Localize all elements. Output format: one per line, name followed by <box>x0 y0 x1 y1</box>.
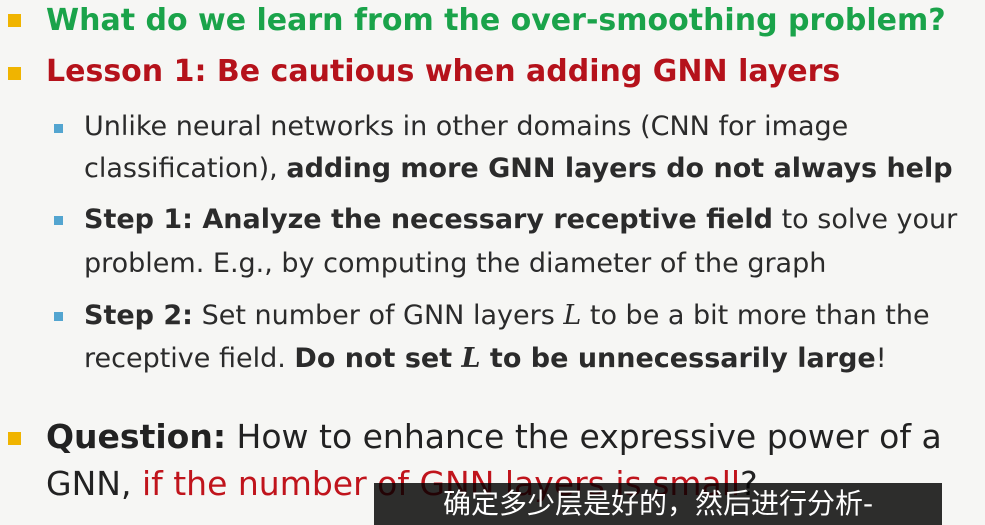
bullet-square-icon <box>8 67 21 80</box>
question-line1: Question: How to enhance the expressive … <box>46 420 942 453</box>
heading-over-smoothing: What do we learn from the over-smoothing… <box>46 3 946 38</box>
sub2-line1: Step 1: Analyze the necessary receptive … <box>84 206 957 233</box>
sub2-bold-text: Step 1: Analyze the necessary receptive … <box>84 204 774 235</box>
sub1-text-2: classification), <box>84 153 287 184</box>
sub-bullet-square-icon <box>54 312 63 321</box>
sub3-text-3: receptive field. <box>84 343 295 374</box>
sub3-bold-a: Do not set <box>294 343 462 374</box>
question-text-1: How to enhance the expressive power of a <box>226 417 942 456</box>
sub1-text-1: Unlike neural networks in other domains … <box>84 111 849 142</box>
sub3-line1: Step 2: Set number of GNN layers L to be… <box>84 302 930 329</box>
sub3-bold-text: Step 2: <box>84 300 193 331</box>
bullet-square-icon <box>8 14 21 27</box>
sub2-text-1: to solve your <box>773 204 958 235</box>
sub2-line2: problem. E.g., by computing the diameter… <box>84 250 826 277</box>
sub1-line1: Unlike neural networks in other domains … <box>84 113 848 140</box>
sub-bullet-square-icon <box>54 216 63 225</box>
question-text-2: GNN, <box>46 464 142 503</box>
sub-bullet-square-icon <box>54 124 63 133</box>
bullet-square-icon <box>8 432 21 445</box>
sub3-line2: receptive field. Do not set L to be unne… <box>84 345 887 372</box>
sub3-text-end: ! <box>875 343 887 374</box>
question-label: Question: <box>46 417 227 456</box>
sub1-line2: classification), adding more GNN layers … <box>84 155 953 182</box>
sub1-bold-text: adding more GNN layers do not always hel… <box>286 153 953 184</box>
heading-lesson-1: Lesson 1: Be cautious when adding GNN la… <box>46 54 841 89</box>
sub3-text-2: to be a bit more than the <box>581 300 930 331</box>
variable-L: L <box>563 300 582 331</box>
video-subtitle: 确定多少层是好的，然后进行分析- <box>374 483 942 525</box>
sub3-bold-b: to be unnecessarily large <box>480 343 876 374</box>
sub3-text-1: Set number of GNN layers <box>192 300 564 331</box>
sub2-text-2: problem. E.g., by computing the diameter… <box>84 248 827 279</box>
slide: What do we learn from the over-smoothing… <box>0 0 985 525</box>
variable-L: L <box>461 343 481 374</box>
